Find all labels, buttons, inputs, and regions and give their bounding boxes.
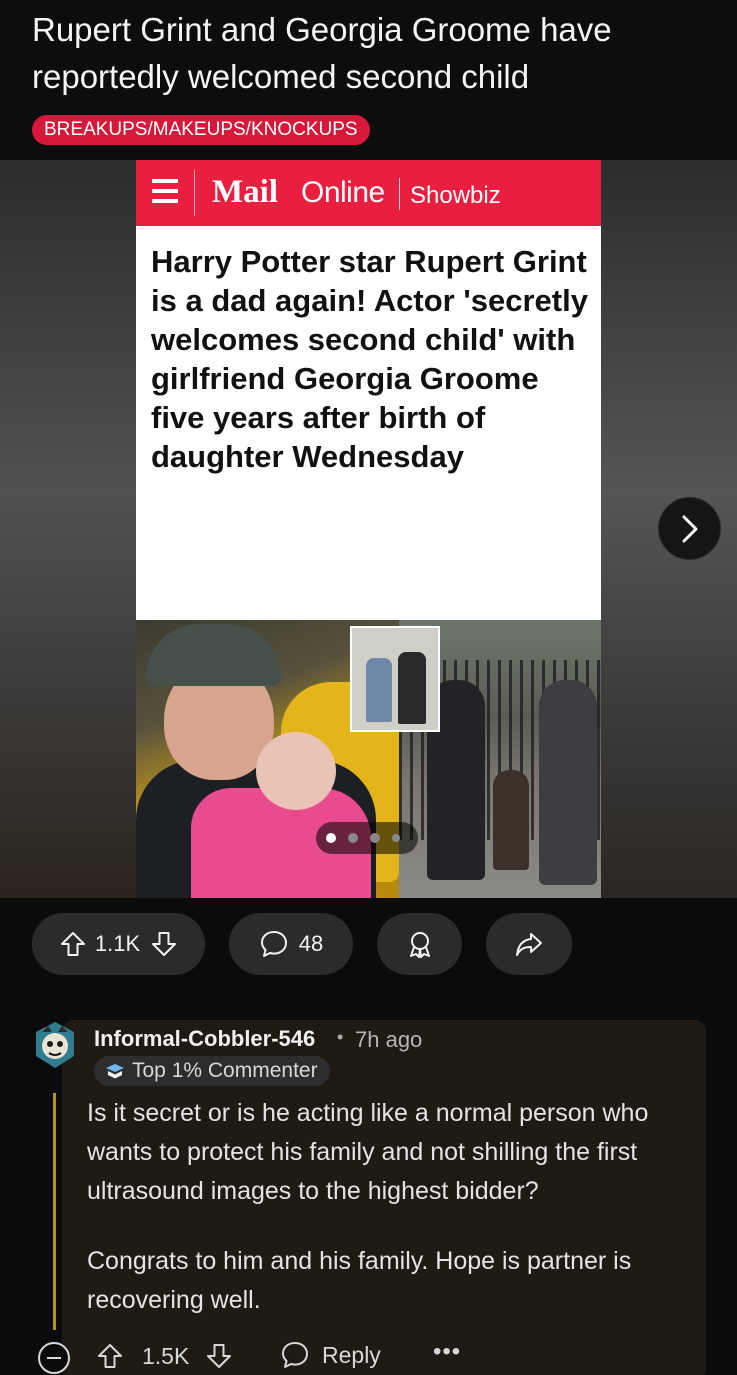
reply-button[interactable]: Reply [280,1340,381,1370]
header-divider [194,170,195,216]
comment-paragraph: Is it secret or is he acting like a norm… [87,1099,649,1205]
comment-username[interactable]: Informal-Cobbler-546 [94,1025,315,1053]
vote-control: 1.1K [32,913,205,975]
reply-label: Reply [322,1342,381,1368]
comment-bubble-icon [260,931,287,957]
page-dot [392,834,400,842]
inset-photo [350,626,440,732]
page-dot [370,833,380,843]
comment-upvote-icon[interactable] [96,1342,124,1370]
share-icon [516,933,542,956]
upvote-count: 1.1K [94,931,141,956]
baby-head [256,732,336,810]
reply-bubble-icon [282,1342,308,1368]
section-divider [399,178,400,210]
post-header: Rupert Grint and Georgia Groome have rep… [0,0,737,160]
article-photos [136,620,601,898]
badge-label: Top 1% Commenter [132,1059,318,1082]
comment-action-bar: 1.5K Reply ••• [0,1334,737,1374]
gallery-next-button[interactable] [658,497,721,560]
meta-separator: • [337,1027,344,1047]
comment-vote-count: 1.5K [142,1343,190,1369]
minus-icon [47,1357,61,1359]
page-dot-active [326,833,336,843]
comment-body: Is it secret or is he acting like a norm… [87,1094,707,1320]
downvote-icon[interactable] [150,930,178,958]
mail-logo: Mail [212,174,278,210]
more-options-button[interactable]: ••• [433,1338,461,1366]
mail-online-header: Mail Online Showbiz [136,160,601,226]
article-headline: Harry Potter star Rupert Grint is a dad … [151,244,588,474]
inset-person-1 [366,658,392,722]
baseball-cap [146,624,281,686]
comment-downvote-icon[interactable] [205,1342,233,1370]
hamburger-menu-icon [152,179,178,207]
article-screenshot[interactable]: Mail Online Showbiz Harry Potter star Ru… [136,160,601,898]
collapse-thread-button[interactable] [38,1342,70,1374]
walking-woman [539,680,597,885]
comment-count: 48 [298,931,324,956]
avatar[interactable] [32,1020,78,1070]
page-dot [348,833,358,843]
upvote-icon[interactable] [59,930,87,958]
gallery-backdrop-left [0,160,136,898]
gallery-pagination [316,822,418,854]
comment-section: Informal-Cobbler-546 • 7h ago Top 1% Com… [0,998,737,1375]
post-title[interactable]: Rupert Grint and Georgia Groome have rep… [32,6,712,100]
share-button[interactable] [486,913,572,975]
online-logo: Online [301,176,385,209]
award-icon [409,932,430,958]
post-action-bar: 1.1K 48 [0,898,737,998]
thread-line[interactable] [53,1093,56,1330]
chevron-right-icon [682,515,697,542]
comments-button[interactable]: 48 [229,913,353,975]
award-button[interactable] [377,913,462,975]
top-commenter-icon [106,1064,124,1079]
comment-paragraph: Congrats to him and his family. Hope is … [87,1247,632,1314]
section-label: Showbiz [410,182,501,209]
inset-person-2 [398,652,426,724]
commenter-badge[interactable]: Top 1% Commenter [94,1056,330,1086]
post-flair[interactable]: BREAKUPS/MAKEUPS/KNOCKUPS [32,115,370,145]
image-gallery[interactable]: Mail Online Showbiz Harry Potter star Ru… [0,160,737,898]
comment-timestamp: 7h ago [355,1027,423,1052]
walking-child [493,770,529,870]
